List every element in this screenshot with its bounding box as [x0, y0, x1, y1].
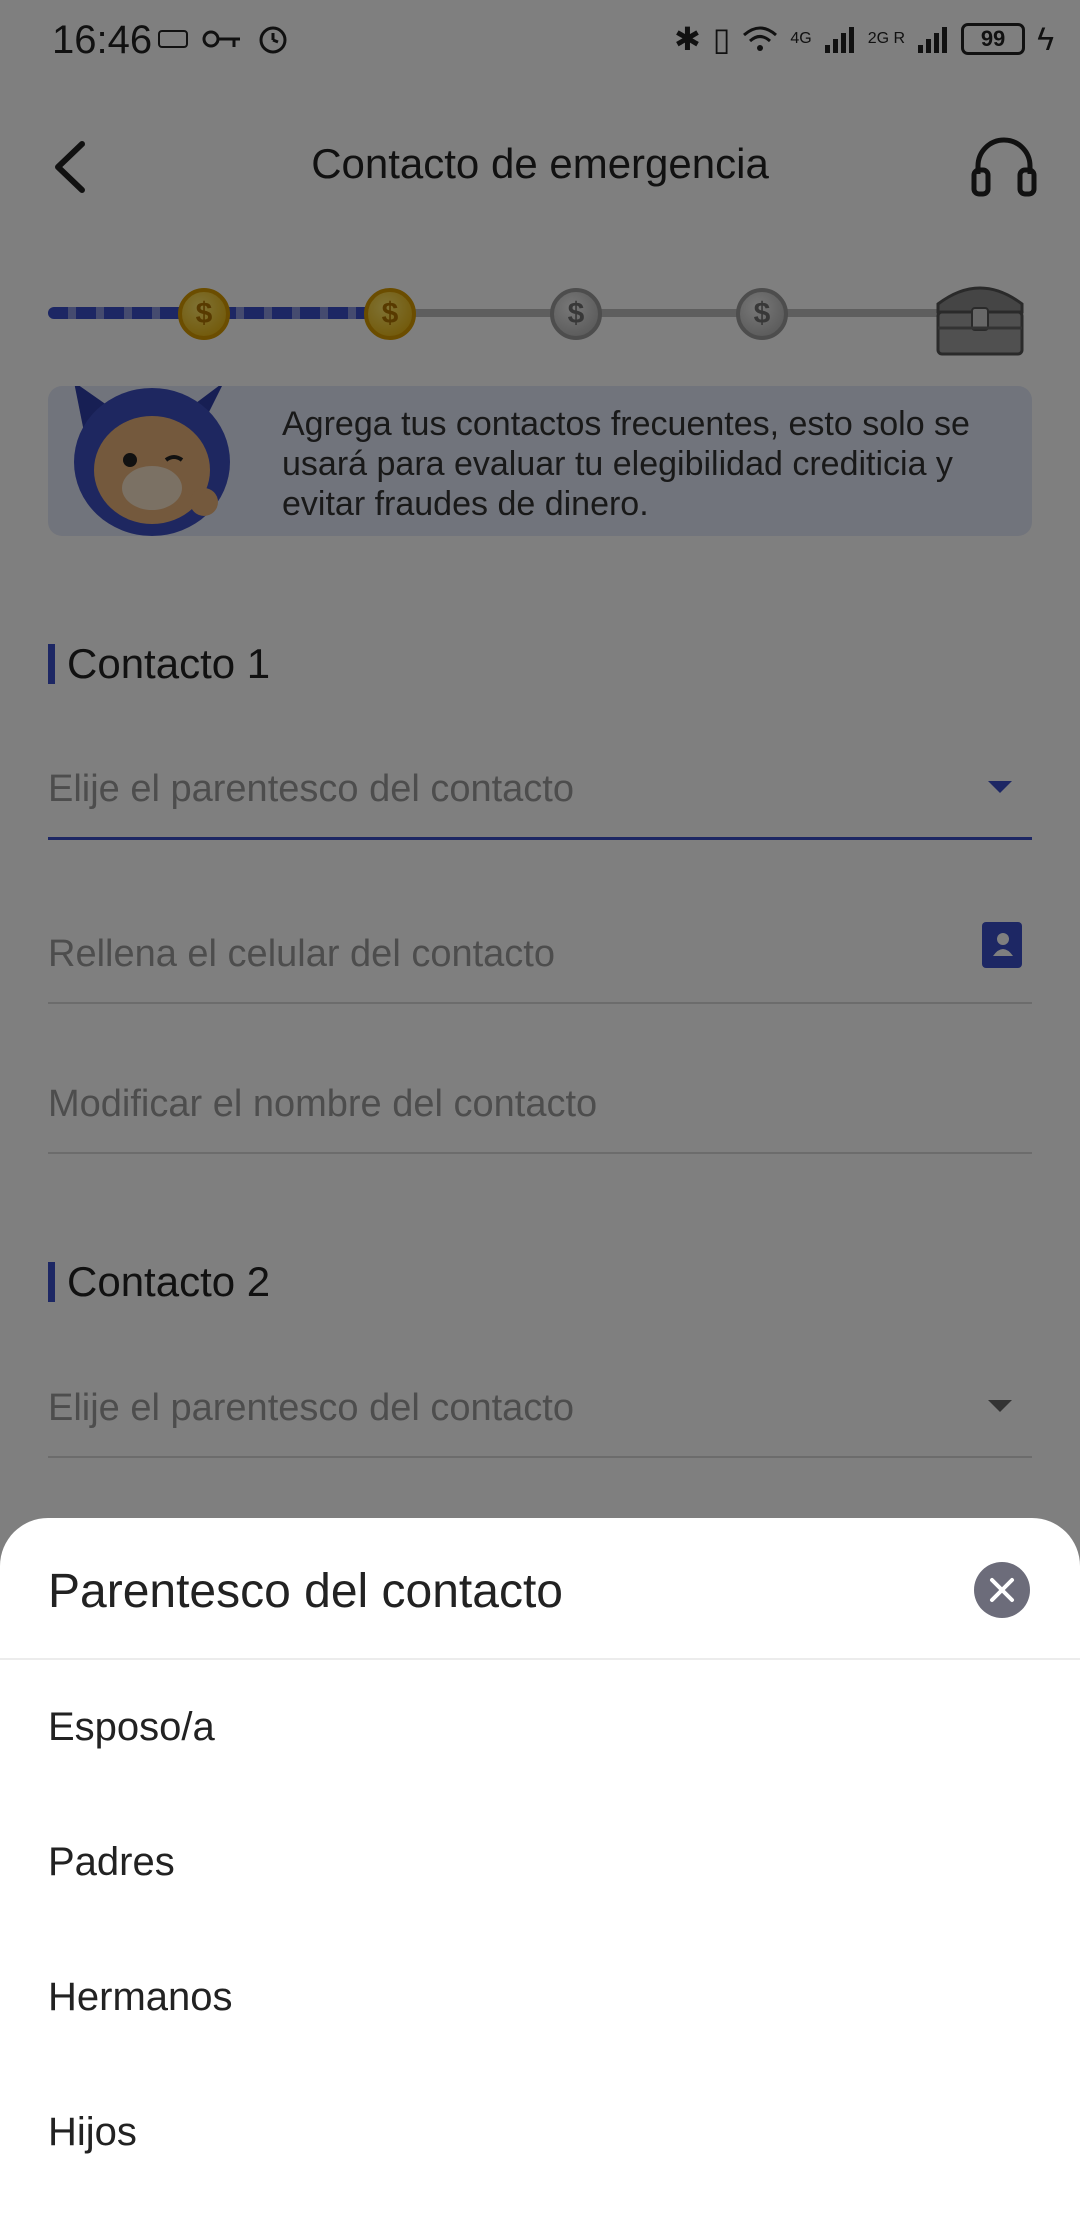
- option-hijos[interactable]: Hijos: [0, 2065, 1080, 2200]
- relationship-option-list: Esposo/a Padres Hermanos Hijos: [0, 1660, 1080, 2200]
- option-padres[interactable]: Padres: [0, 1795, 1080, 1930]
- sheet-close-button[interactable]: [974, 1562, 1030, 1618]
- relationship-bottom-sheet: Parentesco del contacto Esposo/a Padres …: [0, 1518, 1080, 2240]
- option-esposo[interactable]: Esposo/a: [0, 1660, 1080, 1795]
- option-hermanos[interactable]: Hermanos: [0, 1930, 1080, 2065]
- close-icon: [990, 1578, 1014, 1602]
- sheet-title: Parentesco del contacto: [48, 1565, 563, 1618]
